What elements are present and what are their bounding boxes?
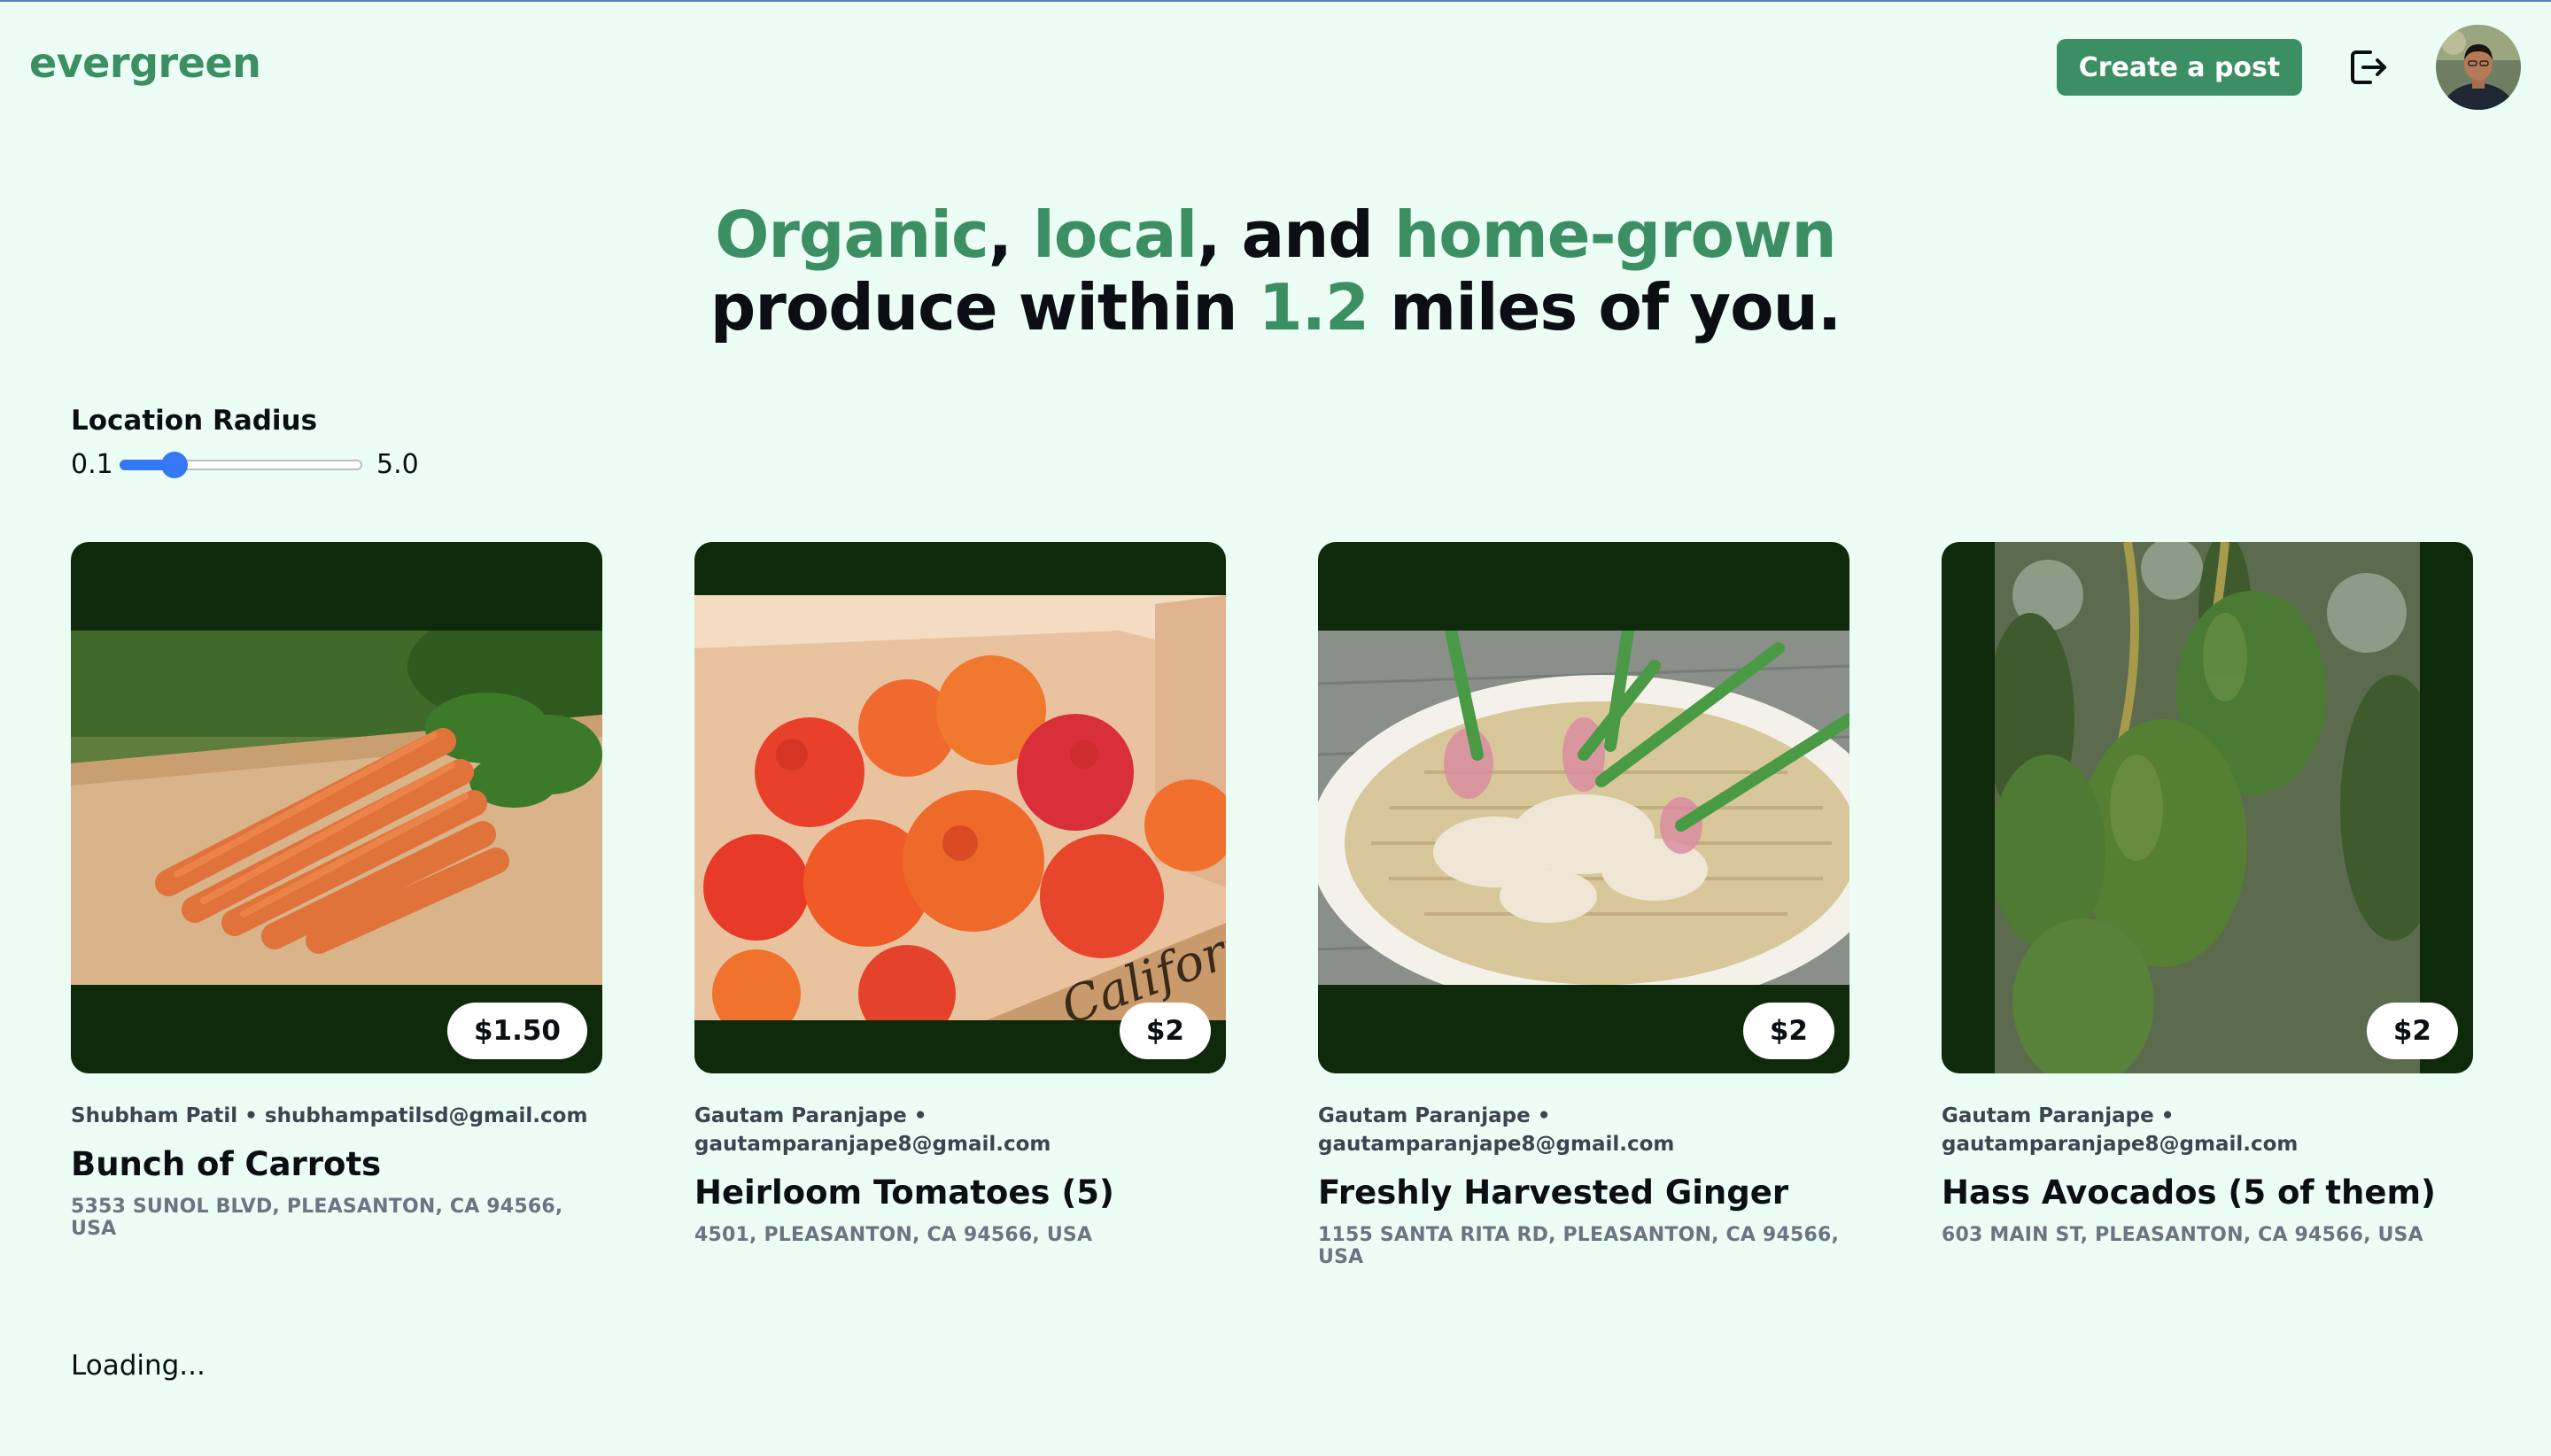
seller-email[interactable]: gautamparanjape8@gmail.com bbox=[1942, 1133, 2298, 1156]
ginger-photo bbox=[1318, 631, 1849, 985]
listing-card[interactable]: $2 Gautam Paranjape • gautamparanjape8@gm… bbox=[1318, 542, 1849, 1268]
hero-organic: Organic bbox=[715, 197, 989, 272]
seller-separator: • bbox=[237, 1104, 265, 1127]
slider-thumb[interactable] bbox=[160, 452, 188, 478]
listing-title[interactable]: Hass Avocados (5 of them) bbox=[1942, 1173, 2473, 1213]
listing-address: 1155 SANTA RITA RD, PLEASANTON, CA 94566… bbox=[1318, 1224, 1840, 1268]
hero-sep-1: , bbox=[988, 197, 1034, 272]
hero-headline: Organic, local, and home-grown produce w… bbox=[0, 198, 2551, 344]
location-radius-slider[interactable] bbox=[120, 450, 362, 480]
seller-info: Gautam Paranjape • gautamparanjape8@gmail… bbox=[694, 1102, 1226, 1158]
listing-card[interactable]: $1.50 Shubham Patil • shubhampatilsd@gma… bbox=[71, 542, 602, 1240]
seller-name: Shubham Patil bbox=[71, 1104, 238, 1127]
seller-info: Gautam Paranjape • gautamparanjape8@gmail… bbox=[1942, 1102, 2473, 1158]
price-badge: $2 bbox=[2366, 1003, 2458, 1059]
listing-image-frame[interactable]: $2 bbox=[1942, 542, 2473, 1073]
listing-card[interactable]: California $2 Gautam Paranjape • gautampa… bbox=[694, 542, 1226, 1246]
price-badge: $1.50 bbox=[446, 1003, 587, 1059]
seller-separator: • bbox=[1530, 1104, 1551, 1127]
seller-separator: • bbox=[2153, 1104, 2175, 1127]
listing-title[interactable]: Freshly Harvested Ginger bbox=[1318, 1173, 1849, 1213]
listing-address: 5353 SUNOL BLVD, PLEASANTON, CA 94566, U… bbox=[71, 1196, 563, 1240]
radius-min-label: 0.1 bbox=[71, 449, 113, 480]
seller-info: Gautam Paranjape • gautamparanjape8@gmail… bbox=[1318, 1102, 1849, 1158]
seller-name: Gautam Paranjape bbox=[1318, 1104, 1531, 1127]
tomatoes-photo: California bbox=[694, 595, 1226, 1020]
hero-line-1: Organic, local, and home-grown bbox=[0, 198, 2551, 271]
price-badge: $2 bbox=[1119, 1003, 1211, 1059]
hero-local: local bbox=[1033, 197, 1198, 272]
hero-miles: miles of you. bbox=[1369, 270, 1842, 345]
seller-email[interactable]: gautamparanjape8@gmail.com bbox=[694, 1133, 1051, 1156]
seller-info: Shubham Patil • shubhampatilsd@gmail.com bbox=[71, 1102, 602, 1130]
user-avatar[interactable] bbox=[2436, 25, 2521, 110]
top-nav: evergreen Create a post bbox=[0, 2, 2551, 135]
listing-image-frame[interactable]: $2 bbox=[1318, 542, 1849, 1073]
seller-separator: • bbox=[906, 1104, 927, 1127]
listing-title[interactable]: Bunch of Carrots bbox=[71, 1144, 602, 1185]
hero-sep-2: , and bbox=[1197, 197, 1395, 272]
listing-image-frame[interactable]: $1.50 bbox=[71, 542, 602, 1073]
carrots-photo bbox=[71, 631, 602, 985]
hero-home-grown: home-grown bbox=[1394, 197, 1837, 272]
create-post-button[interactable]: Create a post bbox=[2057, 39, 2302, 96]
loading-indicator: Loading... bbox=[71, 1350, 205, 1382]
seller-name: Gautam Paranjape bbox=[1942, 1104, 2154, 1127]
logout-icon[interactable] bbox=[2346, 44, 2392, 90]
radius-max-label: 5.0 bbox=[376, 449, 419, 480]
seller-email[interactable]: shubhampatilsd@gmail.com bbox=[265, 1104, 588, 1127]
seller-name: Gautam Paranjape bbox=[694, 1104, 907, 1127]
listing-card[interactable]: $2 Gautam Paranjape • gautamparanjape8@gm… bbox=[1942, 542, 2473, 1246]
listing-title[interactable]: Heirloom Tomatoes (5) bbox=[694, 1173, 1226, 1213]
location-radius-label: Location Radius bbox=[71, 405, 318, 437]
seller-email[interactable]: gautamparanjape8@gmail.com bbox=[1318, 1133, 1674, 1156]
price-badge: $2 bbox=[1742, 1003, 1834, 1059]
listing-image-frame[interactable]: California $2 bbox=[694, 542, 1226, 1073]
hero-line-2: produce within 1.2 miles of you. bbox=[0, 271, 2551, 344]
hero-produce-within: produce within bbox=[709, 270, 1259, 345]
listing-address: 4501, PLEASANTON, CA 94566, USA bbox=[694, 1224, 1093, 1246]
listing-address: 603 MAIN ST, PLEASANTON, CA 94566, USA bbox=[1942, 1224, 2423, 1246]
hero-distance: 1.2 bbox=[1258, 270, 1370, 345]
avocados-photo bbox=[1995, 542, 2420, 1073]
brand-logo[interactable]: evergreen bbox=[29, 39, 261, 87]
